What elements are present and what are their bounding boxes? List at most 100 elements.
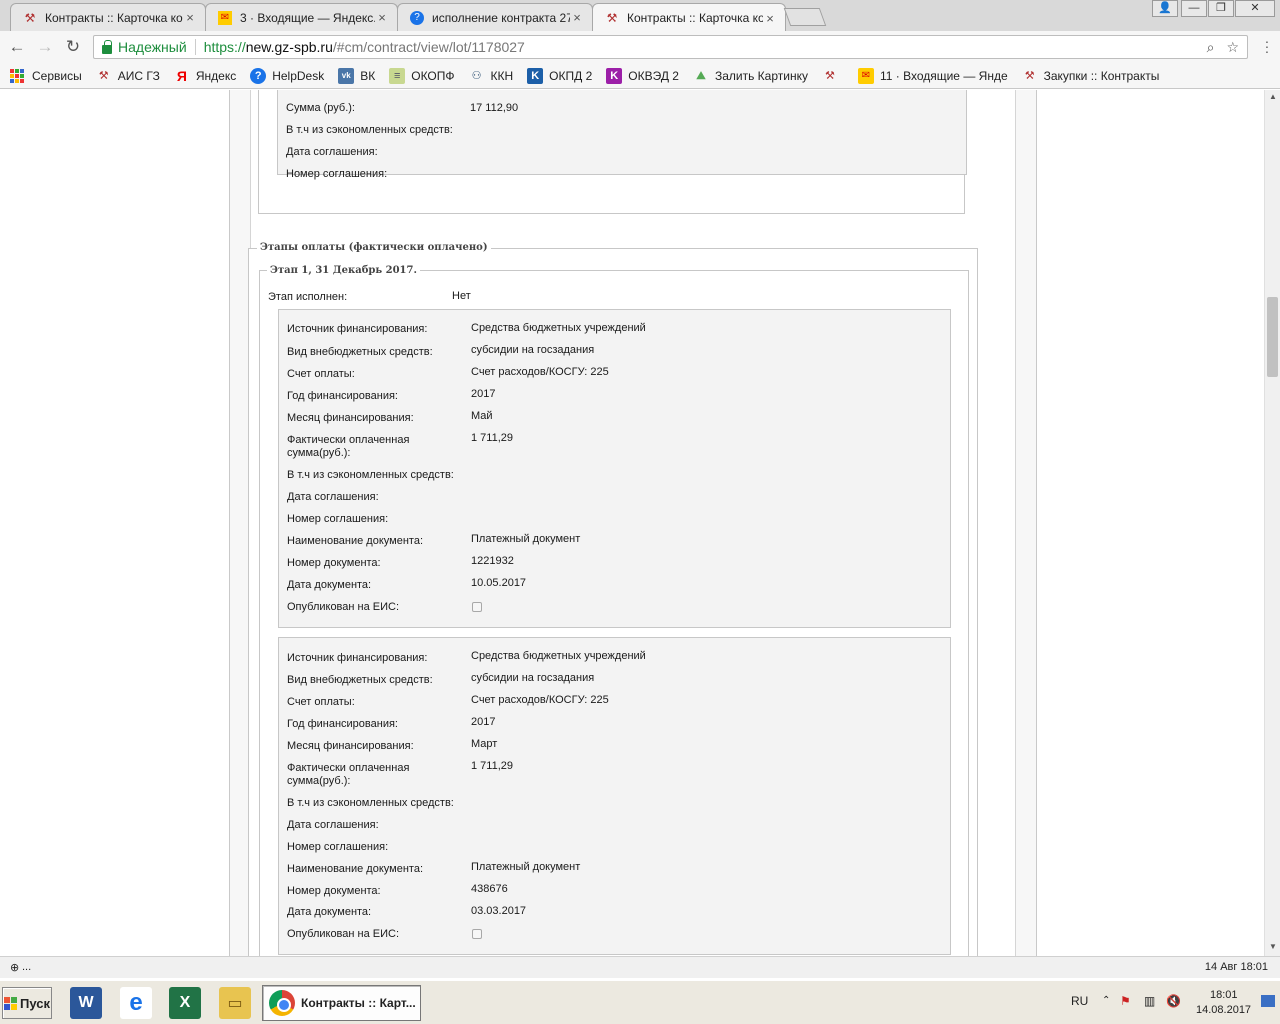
bookmark-zakupki[interactable]: ⚒ Закупки :: Контракты xyxy=(1022,68,1160,84)
page-viewport: Сумма (руб.): 17 112,90 В т.ч из сэконом… xyxy=(0,90,1264,956)
gavel-icon: ⚒ xyxy=(24,10,36,25)
close-icon[interactable]: × xyxy=(763,11,777,26)
row-value: Счет расходов/КОСГУ: 225 xyxy=(471,366,609,378)
bookmark-gavel[interactable]: ⚒ xyxy=(822,68,844,84)
row-label: Наименование документа: xyxy=(287,863,424,875)
bookmark-label: ККН xyxy=(490,68,514,83)
bookmark-ais-gz[interactable]: ⚒ АИС ГЗ xyxy=(96,68,160,84)
row-label: Номер соглашения: xyxy=(287,841,389,853)
scroll-up-arrow-icon[interactable]: ▲ xyxy=(1265,90,1280,104)
system-tray: RU ⌃ ⚑ ▥ 🔇 18:01 14.08.2017 xyxy=(1071,985,1278,1021)
tab-yandex-mail[interactable]: ✉ 3 · Входящие — Яндекс.П × xyxy=(205,3,398,31)
help-icon: ? xyxy=(410,10,424,25)
row-label: Дата соглашения: xyxy=(287,491,379,503)
chevron-up-icon[interactable]: ⌃ xyxy=(1102,995,1110,1006)
row-label: Дата документа: xyxy=(287,579,372,591)
row-label: Месяц финансирования: xyxy=(287,412,414,424)
start-label: Пуск xyxy=(20,995,50,1011)
bookmark-label: Сервисы xyxy=(32,68,82,83)
close-icon[interactable]: × xyxy=(375,10,389,25)
tab-contracts-active[interactable]: ⚒ Контракты :: Карточка ко × xyxy=(592,3,786,32)
scroll-down-arrow-icon[interactable]: ▼ xyxy=(1265,940,1280,954)
eis-published-checkbox[interactable] xyxy=(472,602,482,612)
tab-search[interactable]: ? исполнение контракта 27 × xyxy=(397,3,593,31)
secure-label: Надежный xyxy=(118,39,187,55)
row-label: Номер документа: xyxy=(287,885,381,897)
row-value: субсидии на госзадания xyxy=(471,344,595,356)
clock-date[interactable]: 14.08.2017 xyxy=(1196,1004,1251,1016)
menu-icon[interactable]: · · · xyxy=(1264,34,1270,58)
network-icon[interactable]: ▥ xyxy=(1144,994,1155,1008)
doc-icon: ≡ xyxy=(389,67,406,84)
excel-icon[interactable]: X xyxy=(169,987,201,1019)
bookmark-kkn[interactable]: ⚇ ККН xyxy=(469,68,514,84)
bookmark-yandex-mail[interactable]: ✉ 11 · Входящие — Янде xyxy=(857,67,1008,84)
security-alert-icon[interactable]: ⚑ xyxy=(1120,994,1131,1008)
new-tab-button[interactable] xyxy=(783,8,827,26)
minimize-button[interactable]: — xyxy=(1181,0,1207,17)
mail-icon: ✉ xyxy=(218,10,232,25)
bookmark-okopf[interactable]: ≡ ОКОПФ xyxy=(389,67,455,84)
bookmark-label: ОКОПФ xyxy=(411,68,455,83)
row-label: Опубликован на ЕИС: xyxy=(287,601,400,613)
bookmark-label: HelpDesk xyxy=(272,68,325,83)
vertical-scrollbar[interactable]: ▲ ▼ xyxy=(1264,90,1280,956)
back-arrow-icon[interactable]: ← xyxy=(6,37,28,57)
internet-explorer-icon[interactable]: e xyxy=(120,987,152,1019)
row-label: Наименование документа: xyxy=(287,535,424,547)
tab-strip: ⚒ Контракты :: Карточка ко × ✉ 3 · Входя… xyxy=(0,0,1280,32)
tab-title: исполнение контракта 27 xyxy=(432,10,570,25)
restore-button[interactable]: ❐ xyxy=(1208,0,1234,17)
bookmark-apps[interactable]: Сервисы xyxy=(10,68,82,83)
reload-icon[interactable]: ↻ xyxy=(62,37,84,57)
close-icon[interactable]: × xyxy=(183,10,197,25)
close-window-button[interactable]: ✕ xyxy=(1235,0,1275,17)
row-value: 1 711,29 xyxy=(471,760,514,772)
bookmarks-bar: Сервисы ⚒ АИС ГЗ Я Яндекс ? HelpDesk vk … xyxy=(0,63,1280,89)
word-icon[interactable]: W xyxy=(70,987,102,1019)
bookmark-upload-image[interactable]: ⛰ Залить Картинку xyxy=(693,68,808,84)
bookmark-helpdesk[interactable]: ? HelpDesk xyxy=(250,67,325,84)
bookmark-vk[interactable]: vk ВК xyxy=(338,67,375,84)
bookmark-yandex[interactable]: Я Яндекс xyxy=(174,68,236,84)
tab-title: 3 · Входящие — Яндекс.П xyxy=(240,10,375,25)
tab-contracts-1[interactable]: ⚒ Контракты :: Карточка ко × xyxy=(10,3,206,31)
close-icon[interactable]: × xyxy=(570,10,584,25)
volume-icon[interactable]: 🔇 xyxy=(1166,994,1181,1008)
taskbar-item-chrome[interactable]: Контракты :: Карт... xyxy=(262,985,421,1021)
scroll-thumb[interactable] xyxy=(1267,297,1278,377)
folder-icon[interactable]: ▭ xyxy=(219,987,251,1019)
row-label: Дата документа: xyxy=(287,906,372,918)
bookmark-label: Залить Картинку xyxy=(714,68,808,83)
bookmark-okved2[interactable]: K ОКВЭД 2 xyxy=(606,67,679,84)
payment-record: Источник финансирования: Средства бюджет… xyxy=(278,309,951,628)
bookmark-okpd2[interactable]: K ОКПД 2 xyxy=(527,67,592,84)
forward-arrow-icon[interactable]: → xyxy=(34,37,56,57)
row-label: Дата соглашения: xyxy=(287,819,379,831)
row-value: Май xyxy=(471,410,493,422)
row-label: Месяц финансирования: xyxy=(287,740,414,752)
bookmark-label: Закупки :: Контракты xyxy=(1043,68,1160,83)
address-bar[interactable]: Надежный https:// new.gz-spb.ru /#cm/con… xyxy=(93,35,1248,59)
start-button[interactable]: Пуск xyxy=(2,987,52,1019)
globe-icon: ⊕ xyxy=(10,962,20,974)
language-indicator[interactable]: RU xyxy=(1071,994,1088,1008)
stage-done-label: Этап исполнен: xyxy=(268,291,348,303)
fieldset-legend: Этапы оплаты (фактически оплачено) xyxy=(257,242,491,253)
clock-time[interactable]: 18:01 xyxy=(1210,989,1238,1001)
zoom-icon[interactable]: ⌕ xyxy=(1207,39,1215,56)
row-label: Дата соглашения: xyxy=(286,146,378,158)
stage-done-value: Нет xyxy=(452,290,471,302)
row-label: Фактически оплаченная сумма(руб.): xyxy=(287,434,410,459)
row-label: Счет оплаты: xyxy=(287,368,355,380)
row-value: 10.05.2017 xyxy=(471,577,527,589)
eis-published-checkbox[interactable] xyxy=(472,929,482,939)
page-inner: Сумма (руб.): 17 112,90 В т.ч из сэконом… xyxy=(248,90,1016,956)
row-value: субсидии на госзадания xyxy=(471,672,595,684)
star-icon[interactable]: ☆ xyxy=(1226,39,1239,56)
show-desktop-icon[interactable] xyxy=(1261,995,1275,1007)
row-value: 2017 xyxy=(471,388,496,400)
gavel-icon: ⚒ xyxy=(98,69,109,82)
row-label: Номер соглашения: xyxy=(287,513,389,525)
profile-icon[interactable]: 👤 xyxy=(1152,0,1178,17)
